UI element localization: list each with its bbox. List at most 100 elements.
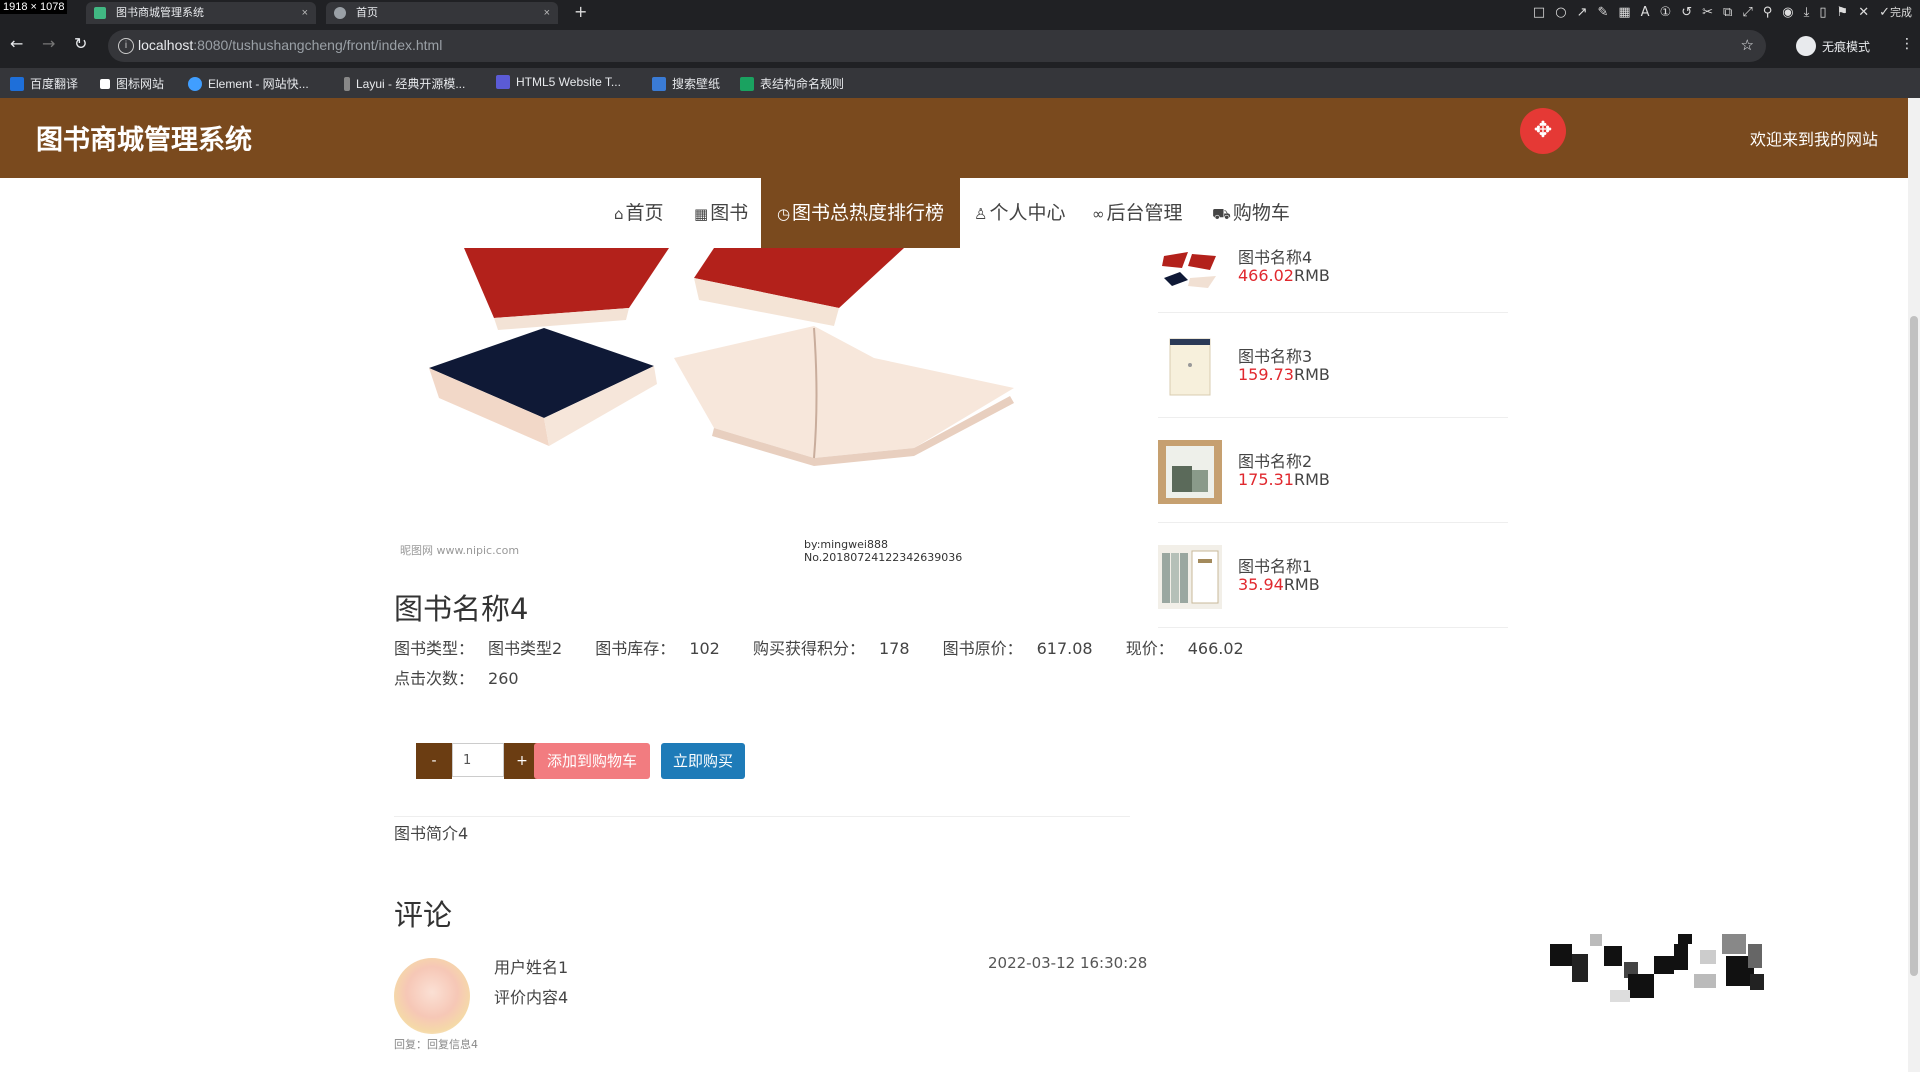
book-original-price: 图书原价： 617.08 [943,639,1107,658]
quantity-stepper: - 1 + [416,743,540,779]
expand-icon[interactable]: ⤢ [1742,5,1752,20]
comment-reply: 回复：回复信息4 [394,1038,478,1051]
address-bar: ← → ↻ i localhost:8080/tushushangcheng/f… [0,24,1920,68]
list-item[interactable]: 图书名称2 175.31RMB [1158,418,1508,523]
bookmark-label: HTML5 Website T... [516,75,621,89]
book-thumbnail [1158,440,1222,504]
clock-icon: ◷ [776,205,791,223]
element-icon [188,76,202,91]
bookmark-item[interactable]: Layui - 经典开源模... [344,75,465,92]
quantity-input[interactable]: 1 [452,743,504,777]
list-item[interactable]: 图书名称3 159.73RMB [1158,313,1508,418]
screenshot-toolbar: □ ○ ↗ ✎ ▦ A ① ↺ ✂ ⧉ ⤢ ⚲ ◉ ⤓ ▯ ⚑ ✕ ✓完成 [1533,0,1912,24]
nav-label: 购物车 [1232,202,1290,224]
list-item-price: 175.31RMB [1238,470,1330,489]
browser-tab-home[interactable]: 首页 × [326,2,558,24]
nav-books[interactable]: ▦ 图书 [694,178,748,248]
new-tab-button[interactable]: + [574,0,587,24]
attr-value: 178 [878,639,910,658]
text-tool-icon[interactable]: A [1641,5,1650,20]
undo-icon[interactable]: ↺ [1681,5,1692,20]
page-scrollbar[interactable] [1908,98,1920,1072]
decrease-button[interactable]: - [416,743,452,779]
incognito-indicator[interactable]: 无痕模式 [1796,36,1870,56]
browser-tab-admin[interactable]: 图书商城管理系统 × [86,2,316,24]
list-item-name: 图书名称1 [1238,557,1313,576]
attr-value: 466.02 [1187,639,1244,658]
price-unit: RMB [1293,365,1330,384]
book-image: 昵图网 www.nipic.com by:mingwei888 No.20180… [394,248,1014,568]
comments-title: 评论 [394,898,453,932]
baidu-translate-icon [10,76,24,91]
bookmark-item[interactable]: Element - 网站快... [188,75,309,92]
bookmark-label: 百度翻译 [30,77,79,91]
nav-cart[interactable]: ⛟ 购物车 [1212,178,1290,248]
number-tool-icon[interactable]: ① [1660,5,1672,20]
done-label: 完成 [1890,6,1912,19]
attr-label: 图书库存： [595,639,676,658]
book-thumbnail [1158,244,1222,308]
url-field[interactable]: i localhost:8080/tushushangcheng/front/i… [108,30,1766,62]
bookmarks-bar: 百度翻译 图标网站 Element - 网站快... Layui - 经典开源模… [0,68,1920,98]
info-icon[interactable]: i [118,38,134,54]
ranking-list: 图书名称4 466.02RMB 图书名称3 159.73RMB 图书名称2 17… [1158,240,1508,628]
circle-tool-icon[interactable]: ○ [1555,5,1566,20]
sheet-icon [740,76,754,91]
pen-tool-icon[interactable]: ✎ [1597,5,1608,20]
nav-admin[interactable]: ∞ 后台管理 [1092,178,1183,248]
bookmark-item[interactable]: 百度翻译 [10,75,78,92]
nav-label: 后台管理 [1106,202,1183,224]
bookmark-item[interactable]: HTML5 Website T... [496,75,621,89]
bookmark-label: Layui - 经典开源模... [356,77,466,91]
home-icon: ⌂ [614,205,624,223]
attr-value: 102 [689,639,720,658]
list-item-name: 图书名称2 [1238,452,1313,471]
nav-ranking[interactable]: ◷ 图书总热度排行榜 [761,178,960,248]
ocr-icon[interactable]: ◉ [1782,5,1793,20]
add-to-cart-button[interactable]: 添加到购物车 [534,743,650,779]
scissors-icon[interactable]: ✂ [1702,5,1713,20]
cart-icon: ⛟ [1212,205,1231,223]
bookmark-label: 搜索壁纸 [672,77,721,91]
list-item[interactable]: 图书名称1 35.94RMB [1158,523,1508,628]
bookmark-item[interactable]: 图标网站 [100,75,164,92]
reload-icon[interactable]: ↻ [74,34,87,53]
rectangle-tool-icon[interactable]: □ [1533,5,1545,20]
buy-now-button[interactable]: 立即购买 [661,743,745,779]
bookmark-icon[interactable]: ⚑ [1837,5,1849,20]
flag-icon [100,78,110,89]
mosaic-tool-icon[interactable]: ▦ [1618,5,1630,20]
bookmark-item[interactable]: 搜索壁纸 [652,75,720,92]
nav-home[interactable]: ⌂ 首页 [614,178,664,248]
back-icon[interactable]: ← [10,34,23,53]
move-icon[interactable]: ✥ [1520,108,1566,154]
book-attributes: 图书类型： 图书类型2 图书库存： 102 购买获得积分： 178 图书原价： 617.… [394,634,1272,694]
arrow-tool-icon[interactable]: ↗ [1577,5,1588,20]
list-item-price: 159.73RMB [1238,365,1330,384]
html5-icon [496,75,510,89]
list-item-name: 图书名称4 [1238,248,1313,267]
bookmark-label: 表结构命名规则 [760,77,845,91]
cancel-icon[interactable]: ✕ [1858,5,1869,20]
translate-icon[interactable]: ⧉ [1723,5,1732,20]
price-unit: RMB [1283,575,1320,594]
download-icon[interactable]: ⤓ [1804,5,1810,20]
book-points: 购买获得积分： 178 [753,639,924,658]
done-button[interactable]: ✓完成 [1879,4,1912,20]
close-tab-icon[interactable]: × [544,2,550,24]
price-value: 466.02 [1238,266,1294,285]
site-header: 图书商城管理系统 ✥ 欢迎来到我的网站 [0,98,1908,178]
mosaic-qr-image [1550,934,1764,1002]
nav-profile[interactable]: ♙ 个人中心 [974,178,1065,248]
forward-icon[interactable]: → [42,34,55,53]
star-icon[interactable]: ☆ [1741,36,1754,54]
browser-tab-bar: 1918 × 1078 图书商城管理系统 × 首页 × + □ ○ ↗ ✎ ▦ … [0,0,1920,24]
close-tab-icon[interactable]: × [302,2,308,24]
scrollbar-thumb[interactable] [1910,316,1918,976]
pin-icon[interactable]: ⚲ [1763,5,1773,20]
list-item[interactable]: 图书名称4 466.02RMB [1158,240,1508,313]
bookmark-item[interactable]: 表结构命名规则 [740,75,844,92]
device-icon[interactable]: ▯ [1819,5,1826,20]
menu-icon[interactable]: ⋮ [1900,36,1914,52]
price-unit: RMB [1293,470,1330,489]
